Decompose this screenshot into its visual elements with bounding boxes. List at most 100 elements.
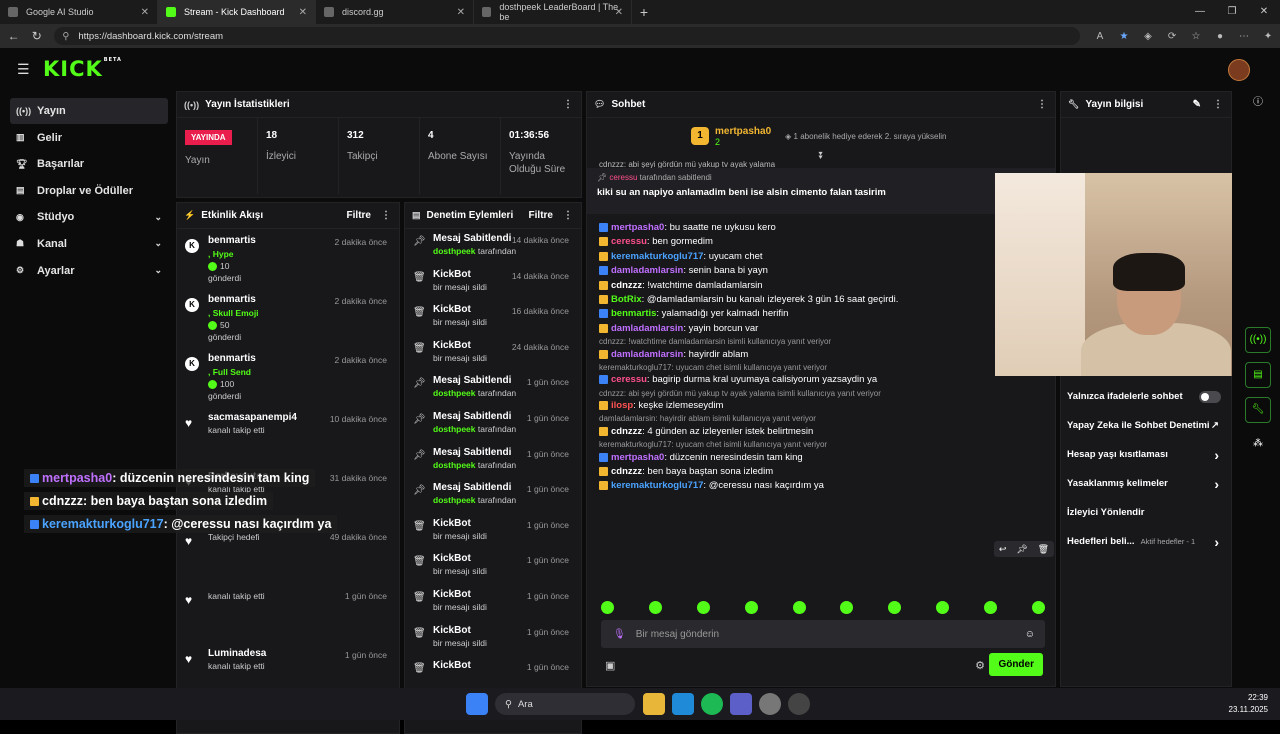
chat-message[interactable]: mertpasha0: düzcenin neresindesin tam ki… <box>599 452 1043 464</box>
activity-item[interactable]: Kbenmartis , Hype 10 gönderdi 2 dakika önce <box>177 229 399 288</box>
sidebar-item-ayarlar[interactable]: ⚙ Ayarlar ⌄ <box>10 258 168 284</box>
trash-icon[interactable]: 🗑︎ <box>1038 541 1049 557</box>
activity-item[interactable]: Kbenmartis , Full Send 100 gönderdi 2 dakika… <box>177 347 399 406</box>
emote-icon[interactable] <box>601 601 614 614</box>
pin-icon[interactable]: 📌︎ <box>1016 541 1027 557</box>
more-options-icon[interactable]: ⋮ <box>381 210 391 221</box>
kick-logo[interactable]: KICKBETA <box>43 57 122 81</box>
chat-setting-item[interactable]: Yapay Zeka ile Sohbet Denetimi ↗ <box>1061 411 1231 440</box>
copilot-icon[interactable]: ✦ <box>1256 31 1280 42</box>
chat-username[interactable]: benmartis <box>611 308 656 319</box>
chat-setting-item[interactable]: Yasaklanmış kelimeler › <box>1061 469 1231 498</box>
chat-username[interactable]: cdnzzz <box>611 280 642 291</box>
chat-message[interactable]: damladamlarsin: yayin borcun var <box>599 323 1043 335</box>
chat-username[interactable]: cdnzzz <box>611 426 642 437</box>
broadcast-rail-icon[interactable]: ((•)) <box>1245 327 1271 353</box>
settings-icon[interactable] <box>759 693 781 715</box>
extension-icon[interactable]: ◈ <box>1136 31 1160 42</box>
chat-username[interactable]: BotRix <box>611 294 642 305</box>
info-icon[interactable]: ⓘ <box>1245 91 1271 117</box>
emote-icon[interactable] <box>1031 601 1045 614</box>
tab-discord[interactable]: discord.gg ✕ <box>316 0 474 24</box>
hamburger-menu-icon[interactable]: ☰ <box>17 61 31 78</box>
chat-username[interactable]: ceressu <box>611 374 647 385</box>
chat-message[interactable]: ceressu: ben gormedim <box>599 236 1043 248</box>
moderation-filter-button[interactable]: Filtre <box>529 210 553 221</box>
activity-item[interactable]: ♥ kanalı takip etti 1 gün önce <box>177 583 399 642</box>
send-button[interactable]: Gönder <box>989 653 1043 676</box>
chat-username[interactable]: damladamlarsin <box>611 265 683 276</box>
chat-message[interactable]: BotRix: @damladamlarsin bu kanalı izleye… <box>599 294 1043 306</box>
moderation-item[interactable]: 🗑︎ KickBot bir mesajı sildi 1 gün önce <box>405 514 581 550</box>
chat-username[interactable]: cdnzzz <box>611 466 642 477</box>
sidebar-item-basarilar[interactable]: 🏆︎ Başarılar <box>10 151 168 177</box>
more-options-icon[interactable]: ⋮ <box>563 210 573 221</box>
wrench-rail-icon[interactable]: 🔧︎ <box>1245 397 1271 423</box>
toggle-switch[interactable] <box>1199 390 1221 403</box>
more-options-icon[interactable]: ⋮ <box>1213 99 1223 110</box>
chat-message[interactable]: cdnzzz: !watchtime damladamlarsin <box>599 280 1043 292</box>
gift-shop-icon[interactable]: ▣ <box>605 659 615 672</box>
moderation-item[interactable]: 🗑︎ KickBot 1 gün önce <box>405 656 581 692</box>
spotify-icon[interactable] <box>701 693 723 715</box>
activity-item[interactable]: Kbenmartis , Skull Emoji 50 gönderdi 2 dakik… <box>177 288 399 347</box>
chat-username[interactable]: damladamlarsin <box>611 349 683 360</box>
moderation-item[interactable]: 📌︎ Mesaj Sabitlendi dosthpeek tarafından 1 … <box>405 478 581 514</box>
chat-username[interactable]: mertpasha0 <box>611 452 664 463</box>
chat-settings-icon[interactable]: ⚙ <box>975 659 985 672</box>
sidebar-item-kanal[interactable]: ☗ Kanal ⌄ <box>10 231 168 257</box>
chat-message[interactable]: mertpasha0: bu saatte ne uykusu kero <box>599 222 1043 234</box>
chat-message[interactable]: cdnzzz: 4 günden az izleyenler istek bel… <box>599 426 1043 438</box>
chat-username[interactable]: damladamlarsin <box>611 323 683 334</box>
teams-icon[interactable] <box>730 693 752 715</box>
chat-username[interactable]: ilosp <box>611 400 633 411</box>
moderation-item[interactable]: 🗑︎ KickBot bir mesajı sildi 16 dakika önce <box>405 300 581 336</box>
chat-setting-item[interactable]: Yalnızca ifadelerle sohbet <box>1061 382 1231 411</box>
sidebar-item-droplar[interactable]: ▤ Droplar ve Ödüller <box>10 178 168 204</box>
moderation-item[interactable]: 📌︎ Mesaj Sabitlendi dosthpeek tarafından 1 … <box>405 407 581 443</box>
moderation-item[interactable]: 🗑︎ KickBot bir mesajı sildi 1 gün önce <box>405 585 581 621</box>
refresh-icon[interactable]: ⟳ <box>1160 31 1184 42</box>
microphone-icon[interactable]: 🎙︎ <box>613 629 626 640</box>
chat-message[interactable]: keremakturkoglu717: @ceressu nası kaçırd… <box>599 480 1043 492</box>
emote-icon[interactable] <box>744 601 758 614</box>
chat-username[interactable]: mertpasha0 <box>611 222 664 233</box>
emote-icon[interactable] <box>696 601 710 614</box>
emote-icon[interactable] <box>648 601 662 614</box>
more-options-icon[interactable]: ⋮ <box>1037 99 1047 110</box>
emote-icon[interactable] <box>840 601 854 614</box>
close-window-icon[interactable]: ✕ <box>1248 0 1280 24</box>
maximize-icon[interactable]: ❐ <box>1216 0 1248 24</box>
chat-message[interactable]: ceressu: bagirip durma kral uyumaya cali… <box>599 374 1043 386</box>
moderation-item[interactable]: 🗑︎ KickBot bir mesajı sildi 24 dakika önce <box>405 336 581 372</box>
chat-username[interactable]: keremakturkoglu717 <box>611 480 703 491</box>
favorites-icon[interactable]: ☆ <box>1184 31 1208 42</box>
close-tab-icon[interactable]: ✕ <box>457 7 465 18</box>
user-avatar[interactable] <box>1228 59 1250 81</box>
chat-message[interactable]: ilosp: keşke izlemeseydim <box>599 400 1043 412</box>
moderation-item[interactable]: 📌︎ Mesaj Sabitlendi dosthpeek tarafından 1 … <box>405 443 581 479</box>
chat-username[interactable]: ceressu <box>611 236 647 247</box>
sidebar-item-studyo[interactable]: ◉ Stüdyo ⌄ <box>10 204 168 230</box>
reload-icon[interactable]: ↻ <box>27 29 46 43</box>
chat-message[interactable]: benmartis: yalamadığı yer kalmadı herifi… <box>599 308 1043 320</box>
tab-leaderboard[interactable]: dosthpeek LeaderBoard | The be ✕ <box>474 0 632 24</box>
emoji-icon[interactable]: ☺ <box>1025 629 1035 640</box>
sidebar-item-yayin[interactable]: ((•)) Yayın <box>10 98 168 124</box>
taskbar-search[interactable]: ⚲ Ara <box>495 693 635 715</box>
emote-icon[interactable] <box>888 601 902 614</box>
tab-ai-studio[interactable]: Google AI Studio ✕ <box>0 0 158 24</box>
close-tab-icon[interactable]: ✕ <box>141 7 149 18</box>
edit-icon[interactable]: ✎ <box>1193 99 1201 110</box>
chat-setting-item[interactable]: Hesap yaşı kısıtlaması › <box>1061 440 1231 469</box>
close-tab-icon[interactable]: ✕ <box>615 7 623 18</box>
obs-icon[interactable] <box>788 693 810 715</box>
chat-message[interactable]: damladamlarsin: senin bana bi yayn <box>599 265 1043 277</box>
chat-username[interactable]: keremakturkoglu717 <box>611 251 703 262</box>
emote-icon[interactable] <box>792 601 806 614</box>
new-tab-button[interactable]: + <box>632 0 656 24</box>
emote-icon[interactable] <box>984 601 997 614</box>
chat-setting-item[interactable]: İzleyici Yönlendir <box>1061 498 1231 527</box>
layout-rail-icon[interactable]: ▤ <box>1245 362 1271 388</box>
moderation-item[interactable]: 🗑︎ KickBot bir mesajı sildi 14 dakika önce <box>405 265 581 301</box>
